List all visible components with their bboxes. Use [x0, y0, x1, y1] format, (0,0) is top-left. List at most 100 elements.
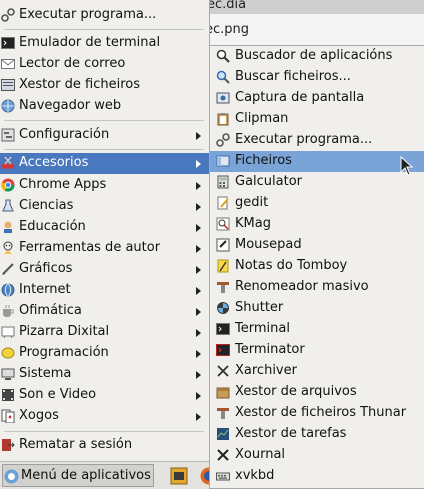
- xournal-icon: [217, 449, 229, 461]
- menu-item-label: Chrome Apps: [19, 177, 107, 192]
- submenu-item-shutter[interactable]: Shutter: [210, 298, 424, 319]
- submenu-item-label: KMag: [235, 216, 271, 231]
- submenu-arrow-icon: [196, 413, 201, 421]
- menu-item-system[interactable]: Sistema: [0, 364, 209, 385]
- submenu-item-xarchiver[interactable]: Xarchiver: [210, 361, 424, 382]
- programming-icon: [1, 347, 15, 359]
- menu-item-label: Executar programa...: [19, 7, 157, 22]
- submenu-item-label: Galculator: [235, 174, 303, 189]
- submenu-item-label: Terminator: [235, 342, 305, 357]
- submenu-arrow-icon: [196, 371, 201, 379]
- chrome-icon: [1, 178, 15, 192]
- menu-item-science[interactable]: Ciencias: [0, 196, 209, 217]
- authoring-tools-icon: [3, 241, 13, 254]
- files-icon: [216, 155, 230, 167]
- menu-item-graphics[interactable]: Gráficos: [0, 259, 209, 280]
- menu-item-label: Sistema: [19, 366, 72, 381]
- menu-item-label: Pizarra Dixital: [19, 324, 110, 339]
- globe-icon: [1, 99, 15, 113]
- menu-item-logout[interactable]: Rematar a sesión: [0, 435, 209, 456]
- submenu-item-xournal[interactable]: Xournal: [210, 445, 424, 466]
- menu-item-office[interactable]: Ofimática: [0, 301, 209, 322]
- submenu-item-bulk-rename[interactable]: Renomeador masivo: [210, 277, 424, 298]
- firefox-icon[interactable]: [196, 467, 209, 485]
- submenu-item-gedit[interactable]: gedit: [210, 193, 424, 214]
- submenu-item-galculator[interactable]: Galculator: [210, 172, 424, 193]
- menu-item-label: Rematar a sesión: [19, 437, 133, 452]
- submenu-item-label: Xestor de tarefas: [235, 426, 347, 441]
- submenu-arrow-icon: [196, 350, 201, 358]
- menu-item-run-program[interactable]: Executar programa...: [0, 5, 209, 26]
- menu-item-label: Navegador web: [19, 98, 122, 113]
- menu-item-label: Xogos: [19, 408, 59, 423]
- menu-item-internet[interactable]: Internet: [0, 280, 209, 301]
- submenu-item-label: Xournal: [235, 447, 286, 462]
- submenu-item-label: Renomeador masivo: [235, 279, 369, 294]
- applications-menu-button[interactable]: Menú de aplicativos: [2, 464, 154, 487]
- search-icon: [216, 70, 230, 84]
- menu-item-education[interactable]: Educación: [0, 217, 209, 238]
- menu-item-web-browser[interactable]: Navegador web: [0, 96, 209, 117]
- submenu-item-label: Executar programa...: [235, 132, 373, 147]
- terminal-icon: [216, 323, 230, 335]
- submenu-item-app-finder[interactable]: Buscador de aplicacións: [210, 46, 424, 67]
- submenu-arrow-icon: [196, 160, 201, 168]
- submenu-arrow-icon: [196, 203, 201, 211]
- menu-item-programming[interactable]: Programación: [0, 343, 209, 364]
- files-launcher-icon[interactable]: [170, 467, 188, 485]
- submenu-item-terminator[interactable]: Terminator: [210, 340, 424, 361]
- submenu-item-thunar[interactable]: Xestor de ficheiros Thunar: [210, 403, 424, 424]
- submenu-item-archive-manager[interactable]: Xestor de arquivos: [210, 382, 424, 403]
- archive-icon: [217, 365, 229, 377]
- menu-item-file-manager[interactable]: Xestor de ficheiros: [0, 75, 209, 96]
- menu-item-configuration[interactable]: Configuración: [0, 125, 209, 146]
- submenu-item-label: Terminal: [235, 321, 290, 336]
- submenu-item-search-files[interactable]: Buscar ficheiros...: [210, 67, 424, 88]
- menu-item-multimedia[interactable]: Son e Video: [0, 385, 209, 406]
- menu-item-games[interactable]: Xogos: [0, 406, 209, 427]
- submenu-item-kmag[interactable]: KMag: [210, 214, 424, 235]
- submenu-item-terminal[interactable]: Terminal: [210, 319, 424, 340]
- shutter-icon: [217, 302, 229, 314]
- submenu-arrow-icon: [196, 132, 201, 140]
- menu-item-label: Gráficos: [19, 261, 73, 276]
- bulk-rename-icon: [217, 282, 229, 293]
- submenu-item-run-program[interactable]: Executar programa...: [210, 130, 424, 151]
- menu-item-whiteboard[interactable]: Pizarra Dixital: [0, 322, 209, 343]
- menu-item-authoring-tools[interactable]: Ferramentas de autor: [0, 238, 209, 259]
- calculator-icon: [217, 175, 229, 189]
- app-finder-icon: [216, 49, 230, 63]
- app-menu-icon: [4, 469, 19, 484]
- submenu-item-screenshot[interactable]: Captura de pantalla: [210, 88, 424, 109]
- archive-manager-icon: [216, 387, 230, 399]
- multimedia-icon: [2, 389, 14, 401]
- menu-item-terminal-emulator[interactable]: Emulador de terminal: [0, 33, 209, 54]
- submenu-item-tomboy-notes[interactable]: Notas do Tomboy: [210, 256, 424, 277]
- submenu-item-files[interactable]: Ficheiros: [210, 151, 424, 172]
- submenu-item-label: xvkbd: [235, 468, 275, 483]
- menu-item-accessories[interactable]: Accesorios: [0, 153, 209, 174]
- mousepad-icon: [216, 238, 230, 252]
- games-icon: [1, 409, 15, 423]
- menu-item-mail-reader[interactable]: Lector de correo: [0, 54, 209, 75]
- submenu-item-task-manager[interactable]: Xestor de tarefas: [210, 424, 424, 445]
- submenu-item-label: Clipman: [235, 111, 289, 126]
- submenu-item-clipman[interactable]: Clipman: [210, 109, 424, 130]
- menu-separator: [4, 120, 204, 121]
- submenu-item-label: Ficheiros: [235, 153, 292, 168]
- submenu-arrow-icon: [196, 224, 201, 232]
- clipboard-icon: [217, 113, 229, 126]
- menu-separator: [4, 29, 204, 30]
- submenu-arrow-icon: [196, 287, 201, 295]
- submenu-item-label: Xestor de arquivos: [235, 384, 357, 399]
- menu-item-chrome-apps[interactable]: Chrome Apps: [0, 175, 209, 196]
- submenu-arrow-icon: [196, 182, 201, 190]
- taskbar: Menú de aplicativos: [0, 461, 209, 489]
- screenshot-icon: [216, 92, 230, 104]
- applications-menu-label: Menú de aplicativos: [21, 468, 151, 483]
- submenu-item-xvkbd[interactable]: xvkbd: [210, 466, 424, 487]
- background-file-name[interactable]: ec.png: [205, 22, 249, 37]
- text-editor-icon: [217, 196, 229, 210]
- menu-separator: [4, 149, 204, 150]
- submenu-item-mousepad[interactable]: Mousepad: [210, 235, 424, 256]
